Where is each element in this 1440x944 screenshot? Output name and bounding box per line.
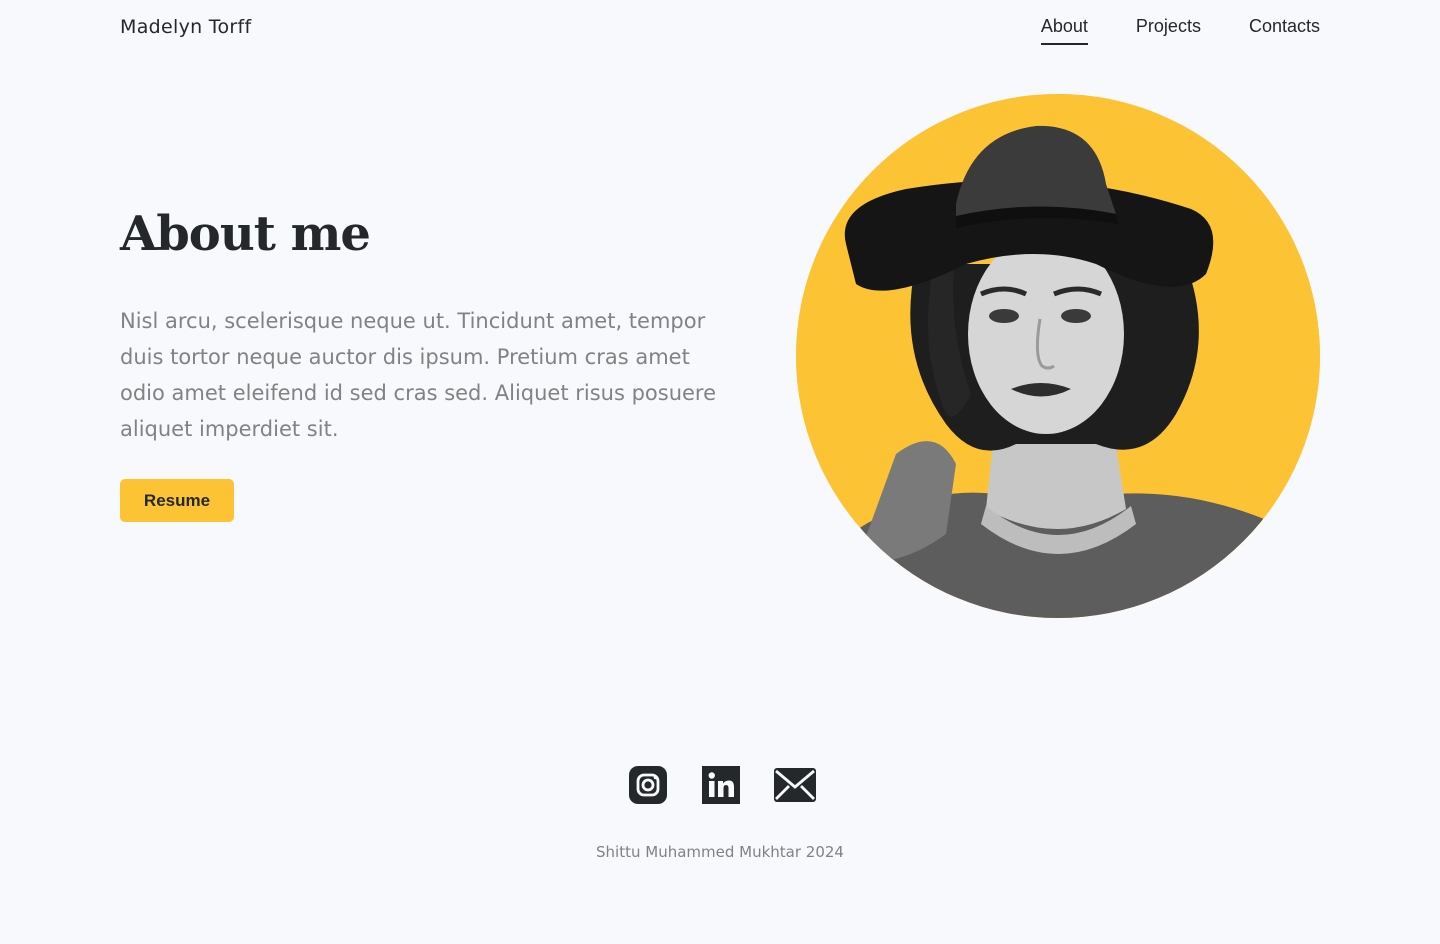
main-nav: About Projects Contacts <box>1040 16 1320 45</box>
nav-projects[interactable]: Projects <box>1136 16 1201 45</box>
page-title: About me <box>120 206 371 262</box>
brand-logo[interactable]: Madelyn Torff <box>120 16 251 38</box>
nav-about[interactable]: About <box>1040 16 1088 45</box>
footer-credit: Shittu Muhammed Mukhtar 2024 <box>596 843 844 861</box>
page: Madelyn Torff About Projects Contacts Ab… <box>0 0 1440 944</box>
profile-portrait <box>796 94 1320 618</box>
nav-contacts[interactable]: Contacts <box>1249 16 1320 45</box>
linkedin-link[interactable] <box>702 766 740 809</box>
resume-button[interactable]: Resume <box>120 479 234 522</box>
instagram-link[interactable] <box>628 765 668 810</box>
linkedin-icon <box>702 766 740 804</box>
about-description: Nisl arcu, scelerisque neque ut. Tincidu… <box>120 309 717 441</box>
instagram-icon <box>629 766 667 804</box>
social-links <box>628 765 816 810</box>
mail-icon <box>774 768 816 802</box>
mail-link[interactable] <box>774 768 816 807</box>
